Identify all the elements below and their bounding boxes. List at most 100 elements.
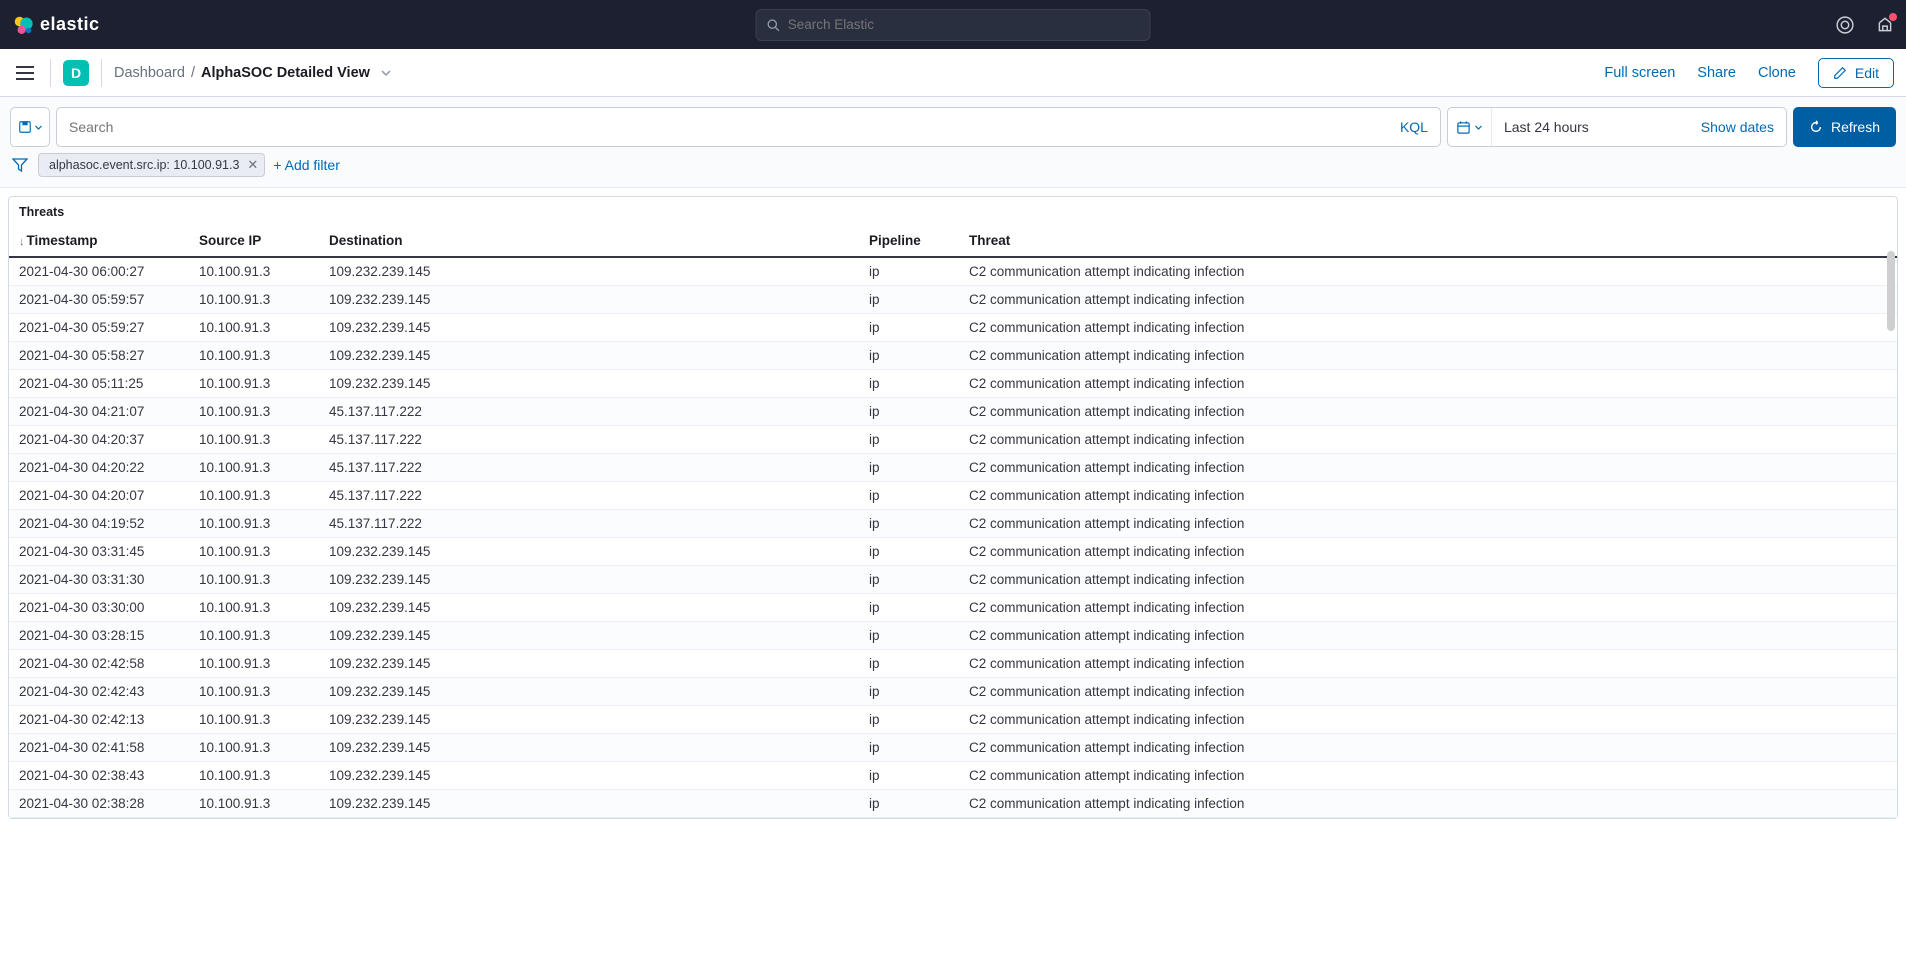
col-timestamp[interactable]: ↓Timestamp xyxy=(9,225,189,257)
add-filter-button[interactable]: + Add filter xyxy=(273,157,340,173)
edit-button[interactable]: Edit xyxy=(1818,58,1894,88)
date-range-label: Last 24 hours xyxy=(1492,119,1701,135)
table-row[interactable]: 2021-04-30 04:20:0710.100.91.345.137.117… xyxy=(9,482,1897,510)
table-row[interactable]: 2021-04-30 04:21:0710.100.91.345.137.117… xyxy=(9,398,1897,426)
breadcrumb-current: AlphaSOC Detailed View xyxy=(201,65,370,81)
col-threat[interactable]: Threat xyxy=(959,225,1897,257)
edit-button-label: Edit xyxy=(1855,65,1879,81)
query-input[interactable] xyxy=(69,119,1392,135)
saved-queries-button[interactable] xyxy=(10,107,50,147)
clone-button[interactable]: Clone xyxy=(1758,65,1796,81)
cell-pipe: ip xyxy=(859,257,959,286)
filter-settings-icon[interactable] xyxy=(10,155,30,175)
refresh-button[interactable]: Refresh xyxy=(1793,107,1896,147)
breadcrumb-separator: / xyxy=(191,65,195,81)
date-picker[interactable]: Last 24 hours Show dates xyxy=(1447,107,1787,147)
global-search-input[interactable] xyxy=(788,17,1140,32)
cell-threat: C2 communication attempt indicating infe… xyxy=(959,566,1897,594)
newsfeed-icon[interactable] xyxy=(1876,16,1894,34)
scrollbar[interactable] xyxy=(1887,251,1895,331)
cell-threat: C2 communication attempt indicating infe… xyxy=(959,286,1897,314)
nav-toggle-icon[interactable] xyxy=(12,62,38,84)
cell-ts: 2021-04-30 02:41:58 xyxy=(9,734,189,762)
cell-pipe: ip xyxy=(859,678,959,706)
table-row[interactable]: 2021-04-30 05:59:5710.100.91.3109.232.23… xyxy=(9,286,1897,314)
table-row[interactable]: 2021-04-30 02:42:4310.100.91.3109.232.23… xyxy=(9,678,1897,706)
global-header: elastic xyxy=(0,0,1906,49)
table-row[interactable]: 2021-04-30 02:42:1310.100.91.3109.232.23… xyxy=(9,706,1897,734)
cell-src: 10.100.91.3 xyxy=(189,370,319,398)
cell-ts: 2021-04-30 03:28:15 xyxy=(9,622,189,650)
cell-ts: 2021-04-30 06:00:27 xyxy=(9,257,189,286)
global-search[interactable] xyxy=(756,9,1151,41)
breadcrumb-root[interactable]: Dashboard xyxy=(114,65,185,81)
cell-threat: C2 communication attempt indicating infe… xyxy=(959,510,1897,538)
col-destination[interactable]: Destination xyxy=(319,225,859,257)
table-row[interactable]: 2021-04-30 05:59:2710.100.91.3109.232.23… xyxy=(9,314,1897,342)
table-row[interactable]: 2021-04-30 04:19:5210.100.91.345.137.117… xyxy=(9,510,1897,538)
table-row[interactable]: 2021-04-30 05:58:2710.100.91.3109.232.23… xyxy=(9,342,1897,370)
cell-threat: C2 communication attempt indicating infe… xyxy=(959,257,1897,286)
elastic-logo[interactable]: elastic xyxy=(12,14,100,36)
table-row[interactable]: 2021-04-30 03:31:4510.100.91.3109.232.23… xyxy=(9,538,1897,566)
breadcrumb: Dashboard / AlphaSOC Detailed View xyxy=(114,65,392,81)
cell-threat: C2 communication attempt indicating infe… xyxy=(959,706,1897,734)
cell-threat: C2 communication attempt indicating infe… xyxy=(959,734,1897,762)
cell-threat: C2 communication attempt indicating infe… xyxy=(959,342,1897,370)
cell-pipe: ip xyxy=(859,510,959,538)
cell-src: 10.100.91.3 xyxy=(189,566,319,594)
cell-pipe: ip xyxy=(859,594,959,622)
table-row[interactable]: 2021-04-30 02:38:2810.100.91.3109.232.23… xyxy=(9,790,1897,818)
cell-threat: C2 communication attempt indicating infe… xyxy=(959,594,1897,622)
app-header: D Dashboard / AlphaSOC Detailed View Ful… xyxy=(0,49,1906,97)
filter-remove-icon[interactable]: ✕ xyxy=(247,157,258,173)
table-row[interactable]: 2021-04-30 03:31:3010.100.91.3109.232.23… xyxy=(9,566,1897,594)
table-row[interactable]: 2021-04-30 03:28:1510.100.91.3109.232.23… xyxy=(9,622,1897,650)
table-row[interactable]: 2021-04-30 04:20:3710.100.91.345.137.117… xyxy=(9,426,1897,454)
elastic-logo-text: elastic xyxy=(40,14,100,35)
cell-dst: 109.232.239.145 xyxy=(319,762,859,790)
table-row[interactable]: 2021-04-30 02:41:5810.100.91.3109.232.23… xyxy=(9,734,1897,762)
full-screen-button[interactable]: Full screen xyxy=(1604,65,1675,81)
cell-src: 10.100.91.3 xyxy=(189,398,319,426)
help-icon[interactable] xyxy=(1836,16,1854,34)
cell-dst: 45.137.117.222 xyxy=(319,454,859,482)
filter-pill[interactable]: alphasoc.event.src.ip: 10.100.91.3 ✕ xyxy=(38,153,265,177)
cell-threat: C2 communication attempt indicating infe… xyxy=(959,454,1897,482)
col-pipeline[interactable]: Pipeline xyxy=(859,225,959,257)
cell-pipe: ip xyxy=(859,734,959,762)
cell-ts: 2021-04-30 02:38:43 xyxy=(9,762,189,790)
cell-ts: 2021-04-30 02:42:58 xyxy=(9,650,189,678)
cell-threat: C2 communication attempt indicating infe… xyxy=(959,398,1897,426)
cell-dst: 109.232.239.145 xyxy=(319,566,859,594)
panel-title: Threats xyxy=(9,197,1897,225)
cell-dst: 109.232.239.145 xyxy=(319,370,859,398)
cell-src: 10.100.91.3 xyxy=(189,594,319,622)
cell-threat: C2 communication attempt indicating infe… xyxy=(959,650,1897,678)
cell-threat: C2 communication attempt indicating infe… xyxy=(959,678,1897,706)
table-row[interactable]: 2021-04-30 03:30:0010.100.91.3109.232.23… xyxy=(9,594,1897,622)
chevron-down-icon[interactable] xyxy=(380,67,392,79)
date-quick-select[interactable] xyxy=(1448,108,1492,146)
table-row[interactable]: 2021-04-30 02:42:5810.100.91.3109.232.23… xyxy=(9,650,1897,678)
table-row[interactable]: 2021-04-30 06:00:2710.100.91.3109.232.23… xyxy=(9,257,1897,286)
cell-ts: 2021-04-30 04:19:52 xyxy=(9,510,189,538)
cell-threat: C2 communication attempt indicating infe… xyxy=(959,426,1897,454)
show-dates-link[interactable]: Show dates xyxy=(1701,119,1786,135)
cell-ts: 2021-04-30 04:20:37 xyxy=(9,426,189,454)
kql-toggle[interactable]: KQL xyxy=(1400,119,1428,135)
cell-src: 10.100.91.3 xyxy=(189,790,319,818)
disk-icon xyxy=(18,120,32,134)
cell-dst: 109.232.239.145 xyxy=(319,622,859,650)
cell-src: 10.100.91.3 xyxy=(189,622,319,650)
cell-threat: C2 communication attempt indicating infe… xyxy=(959,314,1897,342)
col-source-ip[interactable]: Source IP xyxy=(189,225,319,257)
cell-dst: 109.232.239.145 xyxy=(319,678,859,706)
cell-pipe: ip xyxy=(859,370,959,398)
table-row[interactable]: 2021-04-30 02:38:4310.100.91.3109.232.23… xyxy=(9,762,1897,790)
table-row[interactable]: 2021-04-30 04:20:2210.100.91.345.137.117… xyxy=(9,454,1897,482)
space-selector[interactable]: D xyxy=(63,60,89,86)
query-bar: KQL Last 24 hours Show dates Refresh xyxy=(0,97,1906,153)
share-button[interactable]: Share xyxy=(1697,65,1736,81)
table-row[interactable]: 2021-04-30 05:11:2510.100.91.3109.232.23… xyxy=(9,370,1897,398)
